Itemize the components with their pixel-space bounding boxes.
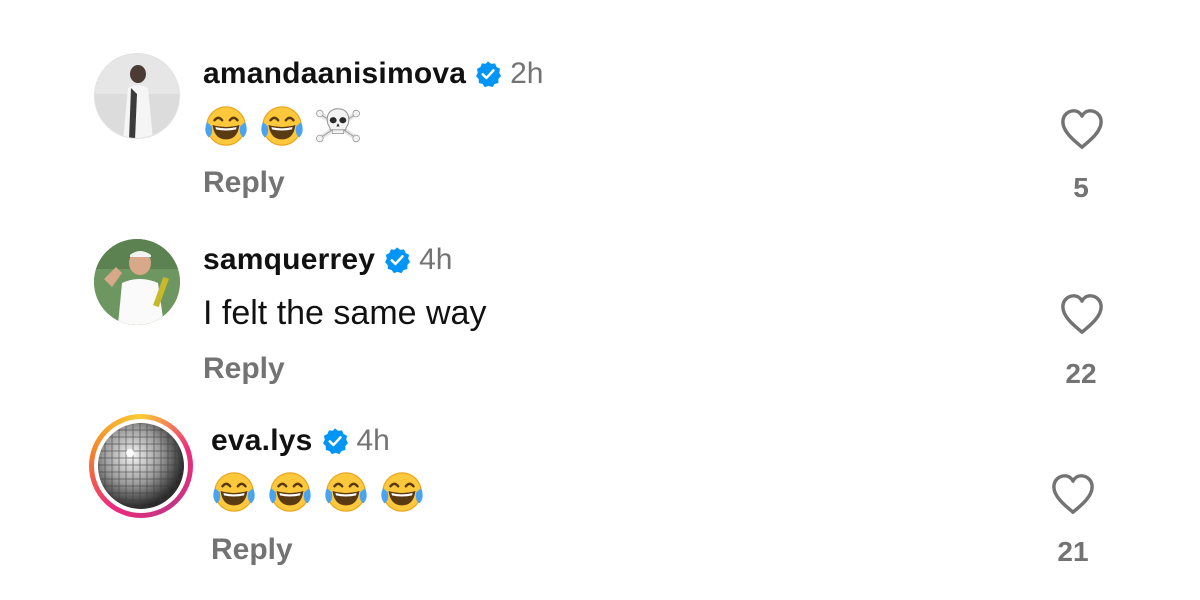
avatar[interactable] [94, 239, 180, 325]
verified-badge-icon [321, 427, 349, 455]
comment-item: eva.lys 4h Reply 21 [0, 0, 1200, 567]
face-with-tears-of-joy-icon [267, 469, 313, 515]
comment-emojis [211, 469, 425, 515]
story-ring[interactable] [89, 414, 193, 518]
like-count: 21 [1057, 536, 1089, 567]
face-with-tears-of-joy-icon [211, 469, 257, 515]
heart-outline-icon[interactable] [1059, 292, 1105, 336]
comment-text: I felt the same way [203, 294, 487, 332]
like-count: 22 [1065, 358, 1097, 389]
username-link[interactable]: eva.lys [211, 424, 313, 458]
timestamp: 4h [356, 424, 390, 457]
username-link[interactable]: samquerrey [203, 243, 375, 277]
verified-badge-icon [383, 246, 411, 274]
comment-header: eva.lys 4h [211, 421, 390, 461]
reply-button[interactable]: Reply [203, 352, 285, 386]
avatar[interactable] [98, 423, 184, 509]
face-with-tears-of-joy-icon [323, 469, 369, 515]
reply-button[interactable]: Reply [211, 533, 293, 567]
face-with-tears-of-joy-icon [379, 469, 425, 515]
heart-outline-icon[interactable] [1050, 472, 1096, 516]
comment-header: samquerrey 4h [203, 240, 452, 280]
timestamp: 4h [419, 243, 453, 276]
